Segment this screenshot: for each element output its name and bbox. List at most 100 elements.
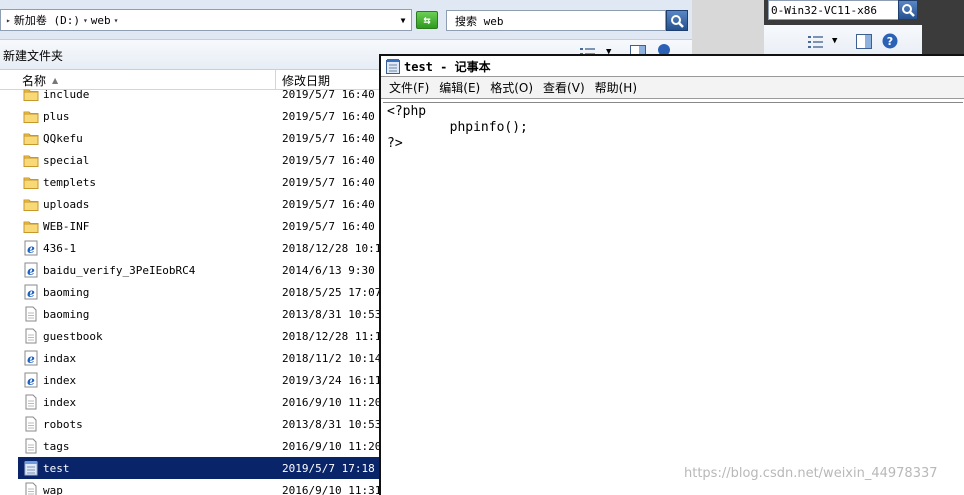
menu-help[interactable]: 帮助(H): [595, 79, 637, 96]
address-bar[interactable]: ▸ 新加卷 (D:) ▾ web ▾: [0, 9, 412, 31]
file-date: 2019/5/7 16:40: [282, 175, 375, 189]
file-name: index: [43, 395, 77, 409]
svg-text:e: e: [27, 286, 35, 300]
file-name: baidu_verify_3PeIEobRC4: [43, 263, 196, 277]
notepad-title-bar[interactable]: test - 记事本: [381, 56, 964, 77]
breadcrumb-folder[interactable]: web: [91, 14, 111, 27]
chevron-down-icon[interactable]: ▾: [114, 16, 119, 25]
file-name: robots: [43, 417, 83, 431]
svg-text:?: ?: [887, 35, 893, 48]
file-name: include: [43, 87, 90, 101]
notepad-window: test - 记事本 文件(F) 编辑(E) 格式(O) 查看(V) 帮助(H)…: [379, 54, 964, 495]
file-name: tags: [43, 439, 70, 453]
file-name: plus: [43, 109, 70, 123]
notepad-icon: [386, 58, 400, 74]
file-name: baoming: [43, 285, 90, 299]
ie-html-icon: e: [23, 372, 39, 388]
svg-text:e: e: [27, 264, 35, 278]
file-date: 2014/6/13 9:30: [282, 263, 375, 277]
notepad-menu-bar: 文件(F) 编辑(E) 格式(O) 查看(V) 帮助(H): [381, 77, 964, 99]
file-name: uploads: [43, 197, 90, 211]
file-date: 2019/5/7 17:18: [282, 461, 375, 475]
search-button[interactable]: [666, 10, 688, 31]
file-name: 436-1: [43, 241, 77, 255]
file-name: wap: [43, 483, 63, 495]
file-date: 2016/9/10 11:20: [282, 395, 382, 409]
folder-icon: [23, 218, 39, 234]
notepad-title: test - 记事本: [404, 59, 491, 74]
file-date: 2016/9/10 11:31: [282, 483, 382, 495]
search-input[interactable]: 搜索 web: [446, 10, 666, 31]
file-date: 2019/5/7 16:40: [282, 219, 375, 233]
file-name: index: [43, 373, 77, 387]
menu-file[interactable]: 文件(F): [389, 79, 429, 96]
background-search-button[interactable]: [898, 0, 918, 20]
help-icon[interactable]: [658, 44, 670, 54]
ie-html-icon: e: [23, 240, 39, 256]
file-date: 2019/3/24 16:11: [282, 373, 382, 387]
file-name: special: [43, 153, 90, 167]
file-date: 2019/5/7 16:40: [282, 87, 375, 101]
file-date: 2018/12/28 11:10: [282, 329, 388, 343]
folder-icon: [23, 174, 39, 190]
svg-text:e: e: [27, 352, 35, 366]
refresh-icon: ⇆: [423, 13, 431, 27]
folder-icon: [23, 152, 39, 168]
file-name: baoming: [43, 307, 90, 321]
folder-icon: [23, 108, 39, 124]
background-path-text: 0-Win32-VC11-x86: [771, 3, 877, 17]
file-name: indax: [43, 351, 77, 365]
folder-icon: [23, 130, 39, 146]
file-date: 2018/5/25 17:07: [282, 285, 382, 299]
breadcrumb: ▸ 新加卷 (D:) ▾ web ▾: [3, 10, 121, 30]
folder-icon: [23, 196, 39, 212]
background-address-bar[interactable]: 0-Win32-VC11-x86: [768, 0, 908, 20]
file-name: WEB-INF: [43, 219, 90, 233]
file-name: test: [43, 461, 70, 475]
ie-html-icon: e: [23, 262, 39, 278]
text-file-icon: [23, 328, 39, 344]
watermark-text: https://blog.csdn.net/weixin_44978337: [684, 466, 938, 481]
view-options-icon[interactable]: [808, 36, 824, 48]
address-history-dropdown-icon[interactable]: ▼: [396, 9, 410, 31]
preview-pane-icon[interactable]: [856, 34, 872, 49]
menu-view[interactable]: 查看(V): [543, 79, 585, 96]
address-bar-row: ▸ 新加卷 (D:) ▾ web ▾ ▼ ⇆ 搜索 web: [0, 0, 692, 40]
text-file-icon: [23, 438, 39, 454]
svg-text:e: e: [27, 374, 35, 388]
help-icon[interactable]: ?: [882, 33, 898, 49]
file-date: 2016/9/10 11:20: [282, 439, 382, 453]
file-date: 2013/8/31 10:53: [282, 307, 382, 321]
file-date: 2013/8/31 10:53: [282, 417, 382, 431]
file-date: 2019/5/7 16:40: [282, 153, 375, 167]
file-date: 2019/5/7 16:40: [282, 131, 375, 145]
file-date: 2018/12/28 10:16: [282, 241, 388, 255]
notepad-file-icon: [23, 460, 39, 476]
chevron-down-icon[interactable]: ▼: [832, 36, 837, 46]
file-name: QQkefu: [43, 131, 83, 145]
svg-text:e: e: [27, 242, 35, 256]
text-file-icon: [23, 306, 39, 322]
menu-edit[interactable]: 编辑(E): [439, 79, 480, 96]
search-placeholder: 搜索 web: [455, 14, 504, 28]
search-icon: [902, 4, 915, 17]
new-folder-button[interactable]: 新建文件夹: [3, 47, 63, 64]
file-date: 2018/11/2 10:14: [282, 351, 382, 365]
menu-format[interactable]: 格式(O): [490, 79, 533, 96]
folder-icon: [23, 86, 39, 102]
chevron-down-icon[interactable]: ▾: [83, 16, 88, 25]
file-name: guestbook: [43, 329, 103, 343]
file-date: 2019/5/7 16:40: [282, 197, 375, 211]
file-name: templets: [43, 175, 96, 189]
search-icon: [671, 14, 684, 28]
file-date: 2019/5/7 16:40: [282, 109, 375, 123]
text-file-icon: [23, 482, 39, 495]
text-file-icon: [23, 416, 39, 432]
refresh-button[interactable]: ⇆: [416, 11, 438, 29]
ie-html-icon: e: [23, 284, 39, 300]
notepad-text-area[interactable]: <?php phpinfo(); ?>: [383, 102, 963, 495]
ie-html-icon: e: [23, 350, 39, 366]
breadcrumb-drive[interactable]: 新加卷 (D:): [14, 12, 80, 28]
text-file-icon: [23, 394, 39, 410]
breadcrumb-separator-icon[interactable]: ▸: [6, 16, 11, 25]
